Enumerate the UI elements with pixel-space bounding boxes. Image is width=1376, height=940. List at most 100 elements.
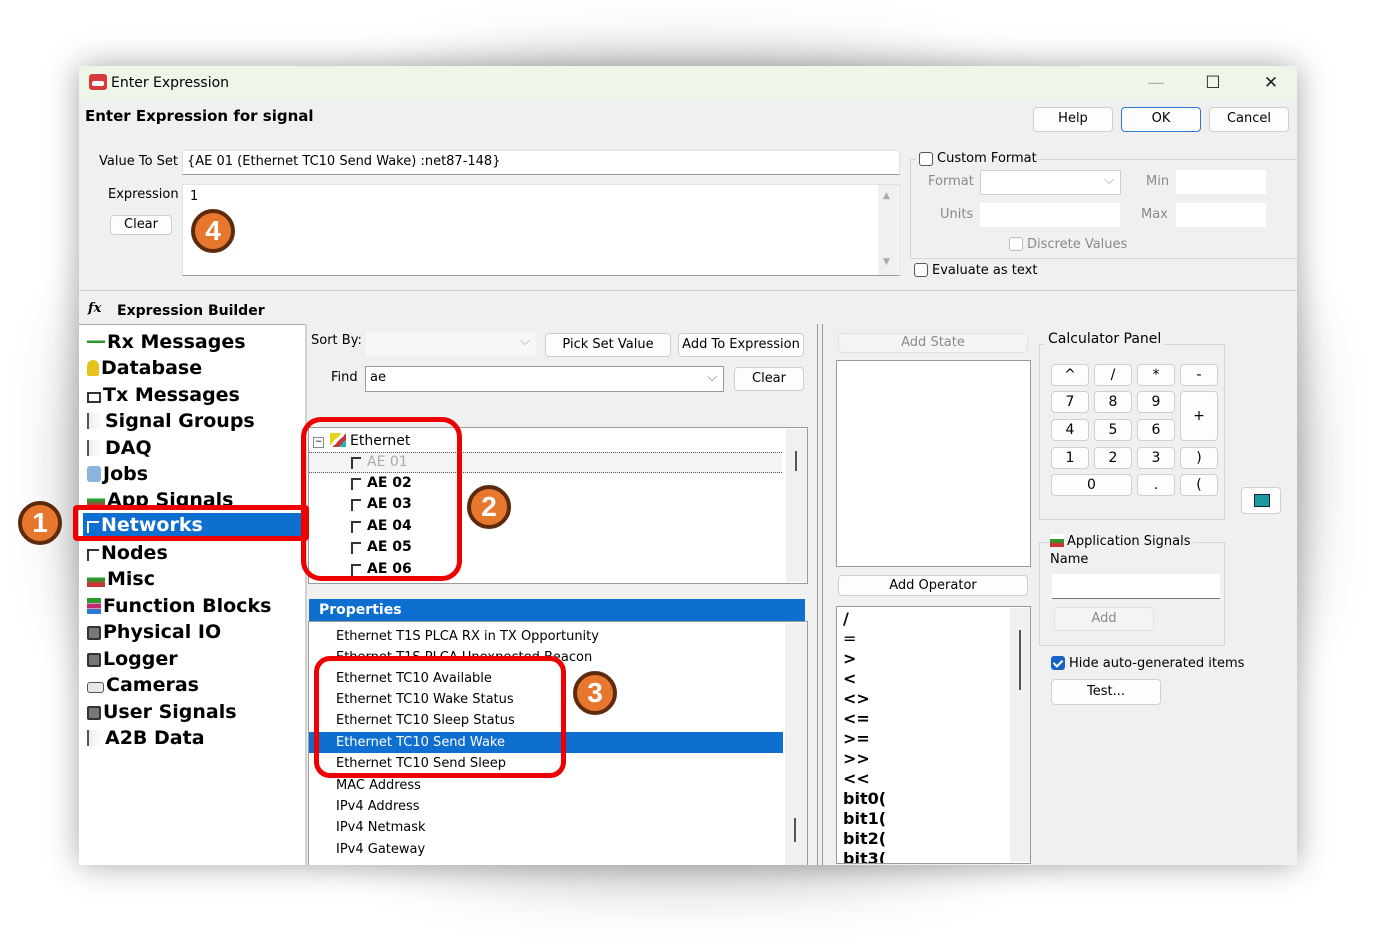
format-select[interactable]: ⌵ [980,170,1121,195]
calc-key-0[interactable]: 0 [1051,474,1132,496]
category-cameras[interactable]: Cameras [87,673,199,697]
property-item[interactable]: IPv4 Netmask [309,817,783,838]
discrete-values-checkbox[interactable] [1009,237,1023,251]
max-label: Max [1141,207,1168,222]
calc-key-1[interactable]: 1 [1051,447,1089,469]
category-signal-groups[interactable]: Signal Groups [87,409,255,433]
maximize-button[interactable]: ☐ [1190,70,1236,96]
operator-item[interactable]: / [843,609,849,629]
calc-key-multiply[interactable]: * [1137,364,1175,386]
operator-item[interactable]: << [843,769,870,789]
operator-item[interactable]: <= [843,709,870,729]
expression-scrollbar[interactable]: ▲ ▼ [878,185,898,275]
calc-key-close-paren[interactable]: ) [1180,447,1218,469]
category-physical-io[interactable]: Physical IO [87,620,221,644]
min-field[interactable] [1176,170,1266,194]
operator-item[interactable]: >= [843,729,870,749]
category-label: A2B Data [105,727,205,749]
find-combobox[interactable]: ae ⌵ [365,366,724,392]
calc-key-3[interactable]: 3 [1137,447,1175,469]
calc-key-4[interactable]: 4 [1051,419,1089,441]
operator-item[interactable]: >> [843,749,870,769]
operator-item[interactable]: bit2( [843,829,886,849]
jobs-icon [87,466,101,482]
category-tx-messages[interactable]: Tx Messages [87,383,240,407]
max-field[interactable] [1176,203,1266,227]
help-button[interactable]: Help [1033,107,1113,132]
pick-set-value-button[interactable]: Pick Set Value [545,333,671,357]
scroll-up-icon[interactable]: ▲ [883,191,890,201]
format-label: Format [928,174,974,189]
scroll-down-icon[interactable]: ▼ [883,257,890,267]
app-signal-name-field[interactable] [1052,574,1220,599]
calc-key-dot[interactable]: . [1137,474,1175,496]
calc-key-7[interactable]: 7 [1051,391,1089,413]
min-label: Min [1146,174,1170,189]
calc-key-divide[interactable]: / [1094,364,1132,386]
calc-key-caret[interactable]: ^ [1051,364,1089,386]
cancel-button[interactable]: Cancel [1209,107,1289,132]
category-app-signals[interactable]: App Signals [87,488,234,506]
panel-splitter[interactable] [817,324,823,865]
state-list[interactable] [836,360,1031,567]
expression-clear-button[interactable]: Clear [110,215,172,235]
calc-key-8[interactable]: 8 [1094,391,1132,413]
property-item[interactable]: IPv4 Address [309,796,783,817]
find-clear-button[interactable]: Clear [734,367,804,391]
calc-key-plus[interactable]: + [1180,391,1218,441]
category-function-blocks[interactable]: Function Blocks [87,594,271,618]
category-jobs[interactable]: Jobs [87,462,148,486]
operator-item[interactable]: bit1( [843,809,886,829]
scrollbar-thumb[interactable] [795,451,797,471]
category-user-signals[interactable]: User Signals [87,700,237,724]
custom-format-checkbox[interactable] [919,152,933,166]
add-to-expression-button[interactable]: Add To Expression [678,333,804,357]
property-item[interactable]: IPv4 Gateway [309,839,783,860]
category-nodes[interactable]: Nodes [87,541,168,565]
calc-key-9[interactable]: 9 [1137,391,1175,413]
operator-item[interactable]: > [843,649,856,669]
category-label: User Signals [103,701,237,723]
calc-key-open-paren[interactable]: ( [1180,474,1218,496]
calculator-toggle-button[interactable] [1241,487,1281,514]
calc-key-2[interactable]: 2 [1094,447,1132,469]
scrollbar-thumb[interactable] [794,818,796,842]
operator-item[interactable]: bit3( [843,849,886,863]
add-operator-button[interactable]: Add Operator [838,575,1028,596]
operator-item[interactable]: < [843,669,856,689]
app-icon [89,74,107,90]
ok-button[interactable]: OK [1121,107,1201,132]
scrollbar-thumb[interactable] [1019,630,1021,690]
category-rx-messages[interactable]: Rx Messages [87,330,246,354]
category-a2b-data[interactable]: A2B Data [87,726,205,750]
app-signal-add-button[interactable]: Add [1054,607,1154,631]
close-button[interactable]: ✕ [1248,70,1294,96]
operator-scrollbar[interactable] [1010,608,1030,862]
add-state-button[interactable]: Add State [838,333,1028,353]
daq-icon [87,440,103,456]
expression-textarea[interactable]: 1 [182,184,900,276]
units-field[interactable] [980,203,1120,227]
property-item[interactable]: Ethernet T1S PLCA RX in TX Opportunity [309,626,783,647]
property-item[interactable]: MAC Address [309,775,783,796]
category-misc[interactable]: Misc [87,567,155,591]
category-daq[interactable]: DAQ [87,436,152,460]
value-to-set-field[interactable]: {AE 01 (Ethernet TC10 Send Wake) :net87-… [182,150,900,175]
test-button[interactable]: Test... [1051,679,1161,705]
sort-by-select[interactable]: ⌵ [366,332,536,356]
operator-item[interactable]: <> [843,689,870,709]
properties-scrollbar[interactable] [785,623,807,865]
evaluate-as-text-checkbox[interactable] [914,263,928,277]
operator-item[interactable]: bit0( [843,789,886,809]
minimize-button[interactable]: — [1133,70,1179,96]
splitter[interactable] [305,324,307,865]
calc-key-5[interactable]: 5 [1094,419,1132,441]
operator-item[interactable]: = [843,629,856,649]
category-database[interactable]: Database [87,356,202,380]
app-signals-title-text: Application Signals [1067,534,1191,549]
category-logger[interactable]: Logger [87,647,178,671]
tree-scrollbar[interactable] [786,429,807,582]
calc-key-minus[interactable]: - [1180,364,1218,386]
calc-key-6[interactable]: 6 [1137,419,1175,441]
hide-autogenerated-checkbox[interactable] [1051,656,1065,670]
